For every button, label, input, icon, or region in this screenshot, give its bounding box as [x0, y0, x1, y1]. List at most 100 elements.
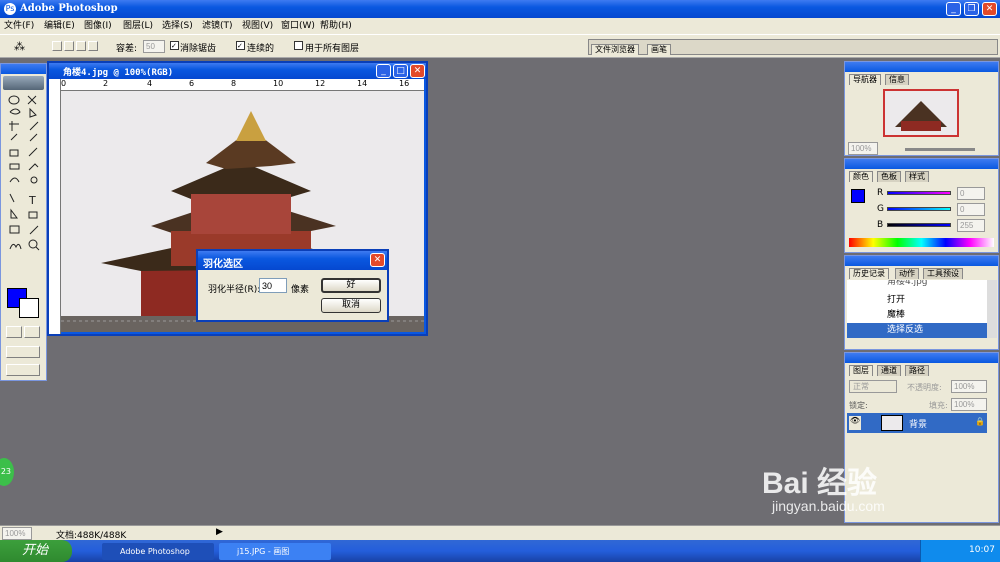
tab-styles[interactable]: 样式	[905, 171, 929, 182]
screen-mode-icon[interactable]	[6, 346, 40, 358]
navigator-zoom-input[interactable]	[848, 142, 878, 155]
layer-thumbnail	[881, 415, 903, 431]
tab-history[interactable]: 历史记录	[849, 268, 889, 279]
toolbox: T	[0, 63, 47, 381]
menu-window[interactable]: 窗口(W)	[281, 18, 315, 34]
tab-navigator[interactable]: 导航器	[849, 74, 881, 85]
r-label: R	[877, 188, 884, 198]
jump-to-imageready-icon[interactable]	[6, 364, 40, 376]
doc-minimize-button[interactable]: _	[376, 64, 391, 78]
close-button[interactable]: ✕	[982, 2, 997, 16]
start-button[interactable]: 开始	[0, 540, 72, 562]
layer-row[interactable]: 👁 背景 🔒	[847, 413, 987, 433]
history-item-magic-wand[interactable]: 魔棒	[847, 308, 987, 323]
tab-color[interactable]: 颜色	[849, 171, 873, 182]
tab-layers[interactable]: 图层	[849, 365, 873, 376]
feather-unit-label: 像素	[291, 285, 310, 295]
vertical-ruler	[49, 79, 61, 334]
tab-brushes[interactable]: 画笔	[647, 44, 671, 55]
baidu-watermark: Bai 经验	[762, 467, 878, 500]
selection-mode-subtract-icon[interactable]	[76, 41, 86, 51]
tool-icons[interactable]: T	[2, 94, 46, 294]
dialog-close-button[interactable]: ✕	[370, 253, 385, 267]
g-slider[interactable]	[887, 207, 951, 211]
palette-well: 文件浏览器 画笔	[588, 39, 998, 55]
menu-view[interactable]: 视图(V)	[242, 18, 273, 34]
selection-mode-new-icon[interactable]	[52, 41, 62, 51]
opacity-input[interactable]	[951, 380, 987, 393]
tab-paths[interactable]: 路径	[905, 365, 929, 376]
quick-mask-icon[interactable]	[6, 326, 22, 338]
app-title-bar: Ps Adobe Photoshop _ ❐ ✕	[0, 0, 1000, 18]
navigator-preview[interactable]	[883, 89, 959, 137]
zoom-slider[interactable]	[905, 148, 975, 151]
contiguous-label: 连续的	[247, 44, 275, 54]
b-label: B	[877, 220, 884, 230]
doc-maximize-button[interactable]: □	[393, 64, 408, 78]
opacity-label: 不透明度:	[907, 383, 942, 392]
menu-filter[interactable]: 滤镜(T)	[202, 18, 233, 34]
ok-button[interactable]: 好	[321, 278, 381, 293]
color-spectrum-bar[interactable]	[849, 238, 994, 247]
ruler-label: 6	[189, 79, 195, 88]
ruler-label: 14	[357, 79, 368, 88]
history-palette: 历史记录 动作 工具预设 角楼4.jpg 打开 魔棒 选择反选	[844, 255, 999, 350]
doc-close-button[interactable]: ✕	[410, 64, 425, 78]
tab-tool-presets[interactable]: 工具预设	[923, 268, 963, 279]
system-tray: 10:07	[920, 540, 1000, 562]
tab-file-browser[interactable]: 文件浏览器	[591, 44, 639, 55]
color-fg-swatch[interactable]	[851, 189, 865, 203]
dialog-title: 羽化选区	[203, 259, 243, 270]
taskbar-task-paint[interactable]: j15.JPG - 画图	[219, 543, 331, 560]
feather-radius-input[interactable]	[259, 278, 287, 293]
ruler-label: 0	[61, 79, 67, 88]
tolerance-input[interactable]	[143, 40, 165, 53]
background-color-swatch[interactable]	[19, 298, 39, 318]
g-value[interactable]	[957, 203, 985, 216]
menu-select[interactable]: 选择(S)	[162, 18, 193, 34]
tab-info[interactable]: 信息	[885, 74, 909, 85]
magic-wand-icon[interactable]: ⁂	[14, 40, 25, 53]
status-bar: 文档:488K/488K ▶	[0, 525, 1000, 541]
tab-actions[interactable]: 动作	[895, 268, 919, 279]
history-snapshot[interactable]: 角楼4.jpg	[847, 280, 987, 290]
history-item-inverse[interactable]: 选择反选	[847, 323, 987, 338]
selection-mode-add-icon[interactable]	[64, 41, 74, 51]
menu-file[interactable]: 文件(F)	[4, 18, 34, 34]
history-scrollbar[interactable]	[987, 280, 997, 338]
b-slider[interactable]	[887, 223, 951, 227]
eye-icon[interactable]: 👁	[849, 416, 861, 430]
tab-swatches[interactable]: 色板	[877, 171, 901, 182]
layer-name[interactable]: 背景	[909, 417, 927, 430]
selection-mode-intersect-icon[interactable]	[88, 41, 98, 51]
r-slider[interactable]	[887, 191, 951, 195]
notification-badge[interactable]: 23	[0, 458, 14, 486]
menu-image[interactable]: 图像(I)	[84, 18, 112, 34]
standard-mode-icon[interactable]	[24, 326, 40, 338]
feather-selection-dialog: 羽化选区 ✕ 羽化半径(R): 像素 好 取消	[196, 249, 389, 322]
minimize-button[interactable]: _	[946, 2, 961, 16]
blend-mode-select[interactable]: 正常	[849, 380, 897, 393]
status-menu-arrow-icon[interactable]: ▶	[216, 527, 223, 537]
contiguous-checkbox[interactable]: ✓	[236, 41, 245, 50]
status-zoom-input[interactable]	[2, 527, 32, 540]
fill-input[interactable]	[951, 398, 987, 411]
b-value[interactable]	[957, 219, 985, 232]
feather-radius-label: 羽化半径(R):	[208, 285, 261, 295]
history-item-open[interactable]: 打开	[847, 293, 987, 308]
ruler-label: 2	[103, 79, 109, 88]
tab-channels[interactable]: 通道	[877, 365, 901, 376]
cancel-button[interactable]: 取消	[321, 298, 381, 313]
restore-button[interactable]: ❐	[964, 2, 979, 16]
fill-label: 填充:	[929, 401, 948, 410]
antialias-checkbox[interactable]: ✓	[170, 41, 179, 50]
all-layers-checkbox[interactable]	[294, 41, 303, 50]
options-bar: ⁂ 容差: ✓ 消除锯齿 ✓ 连续的 用于所有图层 文件浏览器 画笔	[0, 34, 1000, 58]
menu-help[interactable]: 帮助(H)	[320, 18, 352, 34]
navigator-palette: 导航器 信息	[844, 61, 999, 156]
menu-edit[interactable]: 编辑(E)	[44, 18, 75, 34]
menu-layer[interactable]: 图层(L)	[123, 18, 153, 34]
r-value[interactable]	[957, 187, 985, 200]
clock: 10:07	[969, 545, 995, 555]
taskbar-task-photoshop[interactable]: Adobe Photoshop	[102, 543, 214, 560]
